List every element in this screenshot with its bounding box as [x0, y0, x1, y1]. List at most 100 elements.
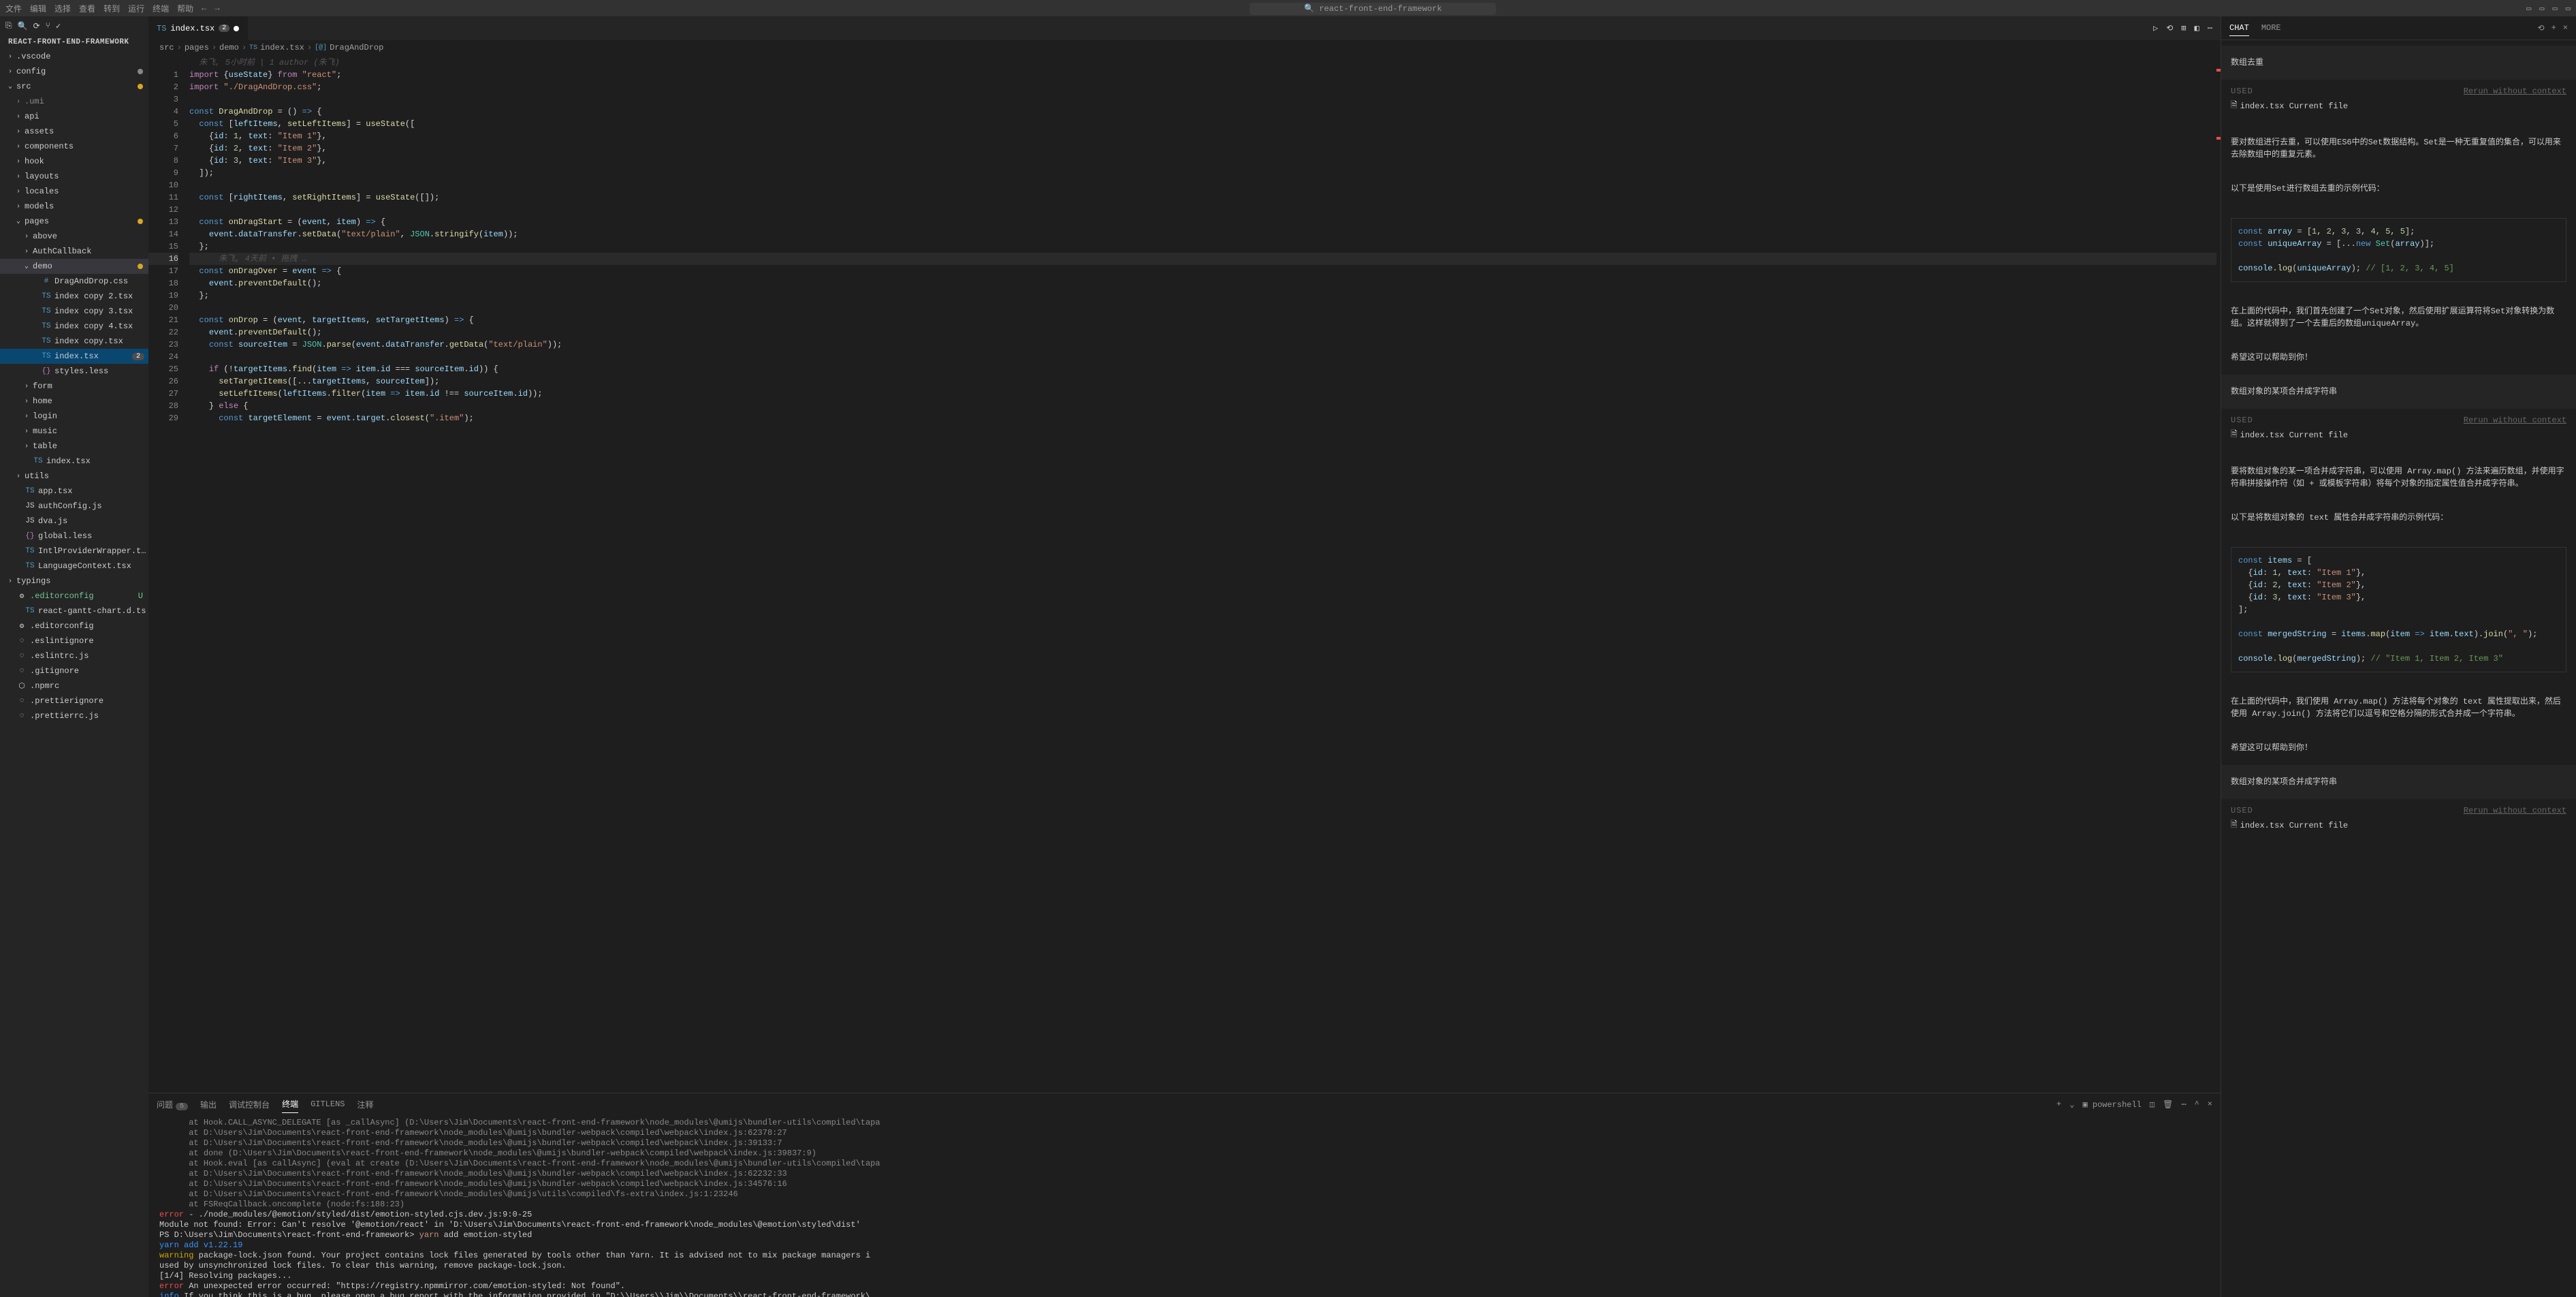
menu-文件[interactable]: 文件	[5, 3, 22, 14]
debug-icon[interactable]: ⟲	[2166, 23, 2173, 33]
panel-tab-comments[interactable]: 注释	[357, 1096, 374, 1113]
rerun-link[interactable]: Rerun without context	[2464, 806, 2566, 815]
breadcrumb-seg[interactable]: DragAndDrop	[330, 43, 383, 52]
tree-item--editorconfig[interactable]: ⚙.editorconfigU	[0, 589, 148, 604]
diff-icon[interactable]: ◧	[2195, 23, 2199, 33]
shell-label[interactable]: ▣ powershell	[2082, 1099, 2141, 1110]
tree-item-hook[interactable]: ›hook	[0, 154, 148, 169]
tree-item-music[interactable]: ›music	[0, 424, 148, 439]
nav-back[interactable]: ←	[202, 3, 206, 13]
tree-item-assets[interactable]: ›assets	[0, 124, 148, 139]
tree-item-global-less[interactable]: {}global.less	[0, 529, 148, 544]
tree-item-IntlProviderWrapper-tsx[interactable]: TSIntlProviderWrapper.tsx	[0, 544, 148, 559]
tree-item-table[interactable]: ›table	[0, 439, 148, 454]
tree-item-models[interactable]: ›models	[0, 199, 148, 214]
close-chat-icon[interactable]: ×	[2563, 23, 2568, 33]
panel-tab-problems[interactable]: 问题5	[157, 1096, 188, 1113]
tree-item-react-gantt-chart-d-ts[interactable]: TSreact-gantt-chart.d.ts	[0, 604, 148, 619]
maximize-icon[interactable]: ^	[2195, 1099, 2199, 1109]
new-chat-icon[interactable]: +	[2551, 23, 2556, 33]
tree-item-src[interactable]: ⌄src	[0, 79, 148, 94]
tree-item-components[interactable]: ›components	[0, 139, 148, 154]
tree-item-AuthCallback[interactable]: ›AuthCallback	[0, 244, 148, 259]
tree-item--npmrc[interactable]: ⬡.npmrc	[0, 678, 148, 693]
minimap[interactable]	[2216, 55, 2221, 1093]
terminal-content[interactable]: at Hook.CALL_ASYNC_DELEGATE [as _callAsy…	[148, 1115, 2221, 1297]
tree-item-styles-less[interactable]: {}styles.less	[0, 364, 148, 379]
terminal-dropdown[interactable]: ⌄	[2069, 1099, 2074, 1110]
code-content[interactable]: 朱飞, 5小时前 | 1 author (朱飞)import {useState…	[189, 55, 2216, 1093]
nav-forward[interactable]: →	[214, 3, 219, 13]
layout-icon[interactable]: ▭	[2526, 3, 2531, 14]
chat-tab-chat[interactable]: CHAT	[2229, 20, 2249, 36]
chat-code-block[interactable]: const items = [ {id: 1, text: "Item 1"},…	[2221, 535, 2576, 685]
tree-item--gitignore[interactable]: ◌.gitignore	[0, 663, 148, 678]
layout-icon[interactable]: ▭	[2539, 3, 2544, 14]
tree-item-form[interactable]: ›form	[0, 379, 148, 394]
run-icon[interactable]: ▷	[2153, 23, 2158, 33]
tree-item-index-copy-3-tsx[interactable]: TSindex copy 3.tsx	[0, 304, 148, 319]
layout-icon[interactable]: ▭	[2566, 3, 2571, 14]
rerun-link[interactable]: Rerun without context	[2464, 416, 2566, 425]
panel-tab-output[interactable]: 输出	[200, 1096, 217, 1113]
tree-item--prettierignore[interactable]: ◌.prettierignore	[0, 693, 148, 708]
collapse-icon[interactable]: ✓	[56, 21, 61, 31]
tree-item-home[interactable]: ›home	[0, 394, 148, 409]
menu-转到[interactable]: 转到	[104, 3, 120, 14]
command-center[interactable]: 🔍 react-front-end-framework	[1250, 3, 1496, 15]
tree-item-index-tsx[interactable]: TSindex.tsx2	[0, 349, 148, 364]
tree-item-login[interactable]: ›login	[0, 409, 148, 424]
tree-item-dva-js[interactable]: JSdva.js	[0, 514, 148, 529]
tree-item-locales[interactable]: ›locales	[0, 184, 148, 199]
menu-终端[interactable]: 终端	[153, 3, 169, 14]
tree-item--vscode[interactable]: ›.vscode	[0, 49, 148, 64]
history-icon[interactable]: ⟲	[2538, 23, 2545, 33]
close-panel-icon[interactable]: ×	[2208, 1099, 2212, 1109]
tree-item-config[interactable]: ›config	[0, 64, 148, 79]
chat-code-block[interactable]: const array = [1, 2, 3, 3, 4, 5, 5]; con…	[2221, 206, 2576, 294]
breadcrumb-seg[interactable]: pages	[185, 43, 209, 52]
menu-选择[interactable]: 选择	[54, 3, 71, 14]
tree-item-index-copy-4-tsx[interactable]: TSindex copy 4.tsx	[0, 319, 148, 334]
kill-terminal-icon[interactable]: 🗑	[2163, 1099, 2173, 1110]
tree-item--eslintignore[interactable]: ◌.eslintignore	[0, 634, 148, 648]
explorer-icon[interactable]: ⎘	[5, 21, 12, 31]
tree-item-above[interactable]: ›above	[0, 229, 148, 244]
tree-item--umi[interactable]: ›.umi	[0, 94, 148, 109]
tree-item-index-copy-2-tsx[interactable]: TSindex copy 2.tsx	[0, 289, 148, 304]
tree-item-index-tsx[interactable]: TSindex.tsx	[0, 454, 148, 469]
menu-帮助[interactable]: 帮助	[177, 3, 193, 14]
breadcrumb-seg[interactable]: index.tsx	[260, 43, 304, 52]
menu-运行[interactable]: 运行	[128, 3, 144, 14]
more-icon[interactable]: ⋯	[2208, 23, 2212, 33]
tree-item-app-tsx[interactable]: TSapp.tsx	[0, 484, 148, 499]
tab-index-tsx[interactable]: TS index.tsx 2	[148, 16, 248, 40]
panel-tab-terminal[interactable]: 终端	[282, 1095, 298, 1113]
panel-tab-debug[interactable]: 调试控制台	[229, 1096, 270, 1113]
breadcrumb-seg[interactable]: demo	[219, 43, 239, 52]
search-icon[interactable]: 🔍	[18, 21, 28, 31]
layout-icon[interactable]: ▭	[2553, 3, 2558, 14]
breadcrumb-seg[interactable]: src	[159, 43, 174, 52]
menu-编辑[interactable]: 编辑	[30, 3, 46, 14]
tree-item-api[interactable]: ›api	[0, 109, 148, 124]
tree-item--editorconfig[interactable]: ⚙.editorconfig	[0, 619, 148, 634]
chat-tab-more[interactable]: MORE	[2261, 20, 2281, 35]
code-editor[interactable]: 1234567891011121314151617181920212223242…	[148, 55, 2221, 1093]
tree-item-demo[interactable]: ⌄demo	[0, 259, 148, 274]
tree-item-authConfig-js[interactable]: JSauthConfig.js	[0, 499, 148, 514]
split-icon[interactable]: ⊞	[2181, 23, 2186, 33]
tree-item--prettierrc-js[interactable]: ◌.prettierrc.js	[0, 708, 148, 723]
menu-查看[interactable]: 查看	[79, 3, 95, 14]
tree-item-utils[interactable]: ›utils	[0, 469, 148, 484]
split-terminal-icon[interactable]: ◫	[2150, 1099, 2154, 1110]
new-terminal-icon[interactable]: +	[2056, 1099, 2061, 1109]
tree-item-pages[interactable]: ⌄pages	[0, 214, 148, 229]
tree-item-index-copy-tsx[interactable]: TSindex copy.tsx	[0, 334, 148, 349]
tree-item--eslintrc-js[interactable]: ◌.eslintrc.js	[0, 648, 148, 663]
breadcrumb[interactable]: src›pages›demo›TSindex.tsx›[@]DragAndDro…	[148, 40, 2221, 55]
refresh-icon[interactable]: ⟳	[33, 21, 40, 31]
more-icon[interactable]: ⋯	[2181, 1099, 2186, 1110]
tree-item-typings[interactable]: ›typings	[0, 574, 148, 589]
tree-item-layouts[interactable]: ›layouts	[0, 169, 148, 184]
